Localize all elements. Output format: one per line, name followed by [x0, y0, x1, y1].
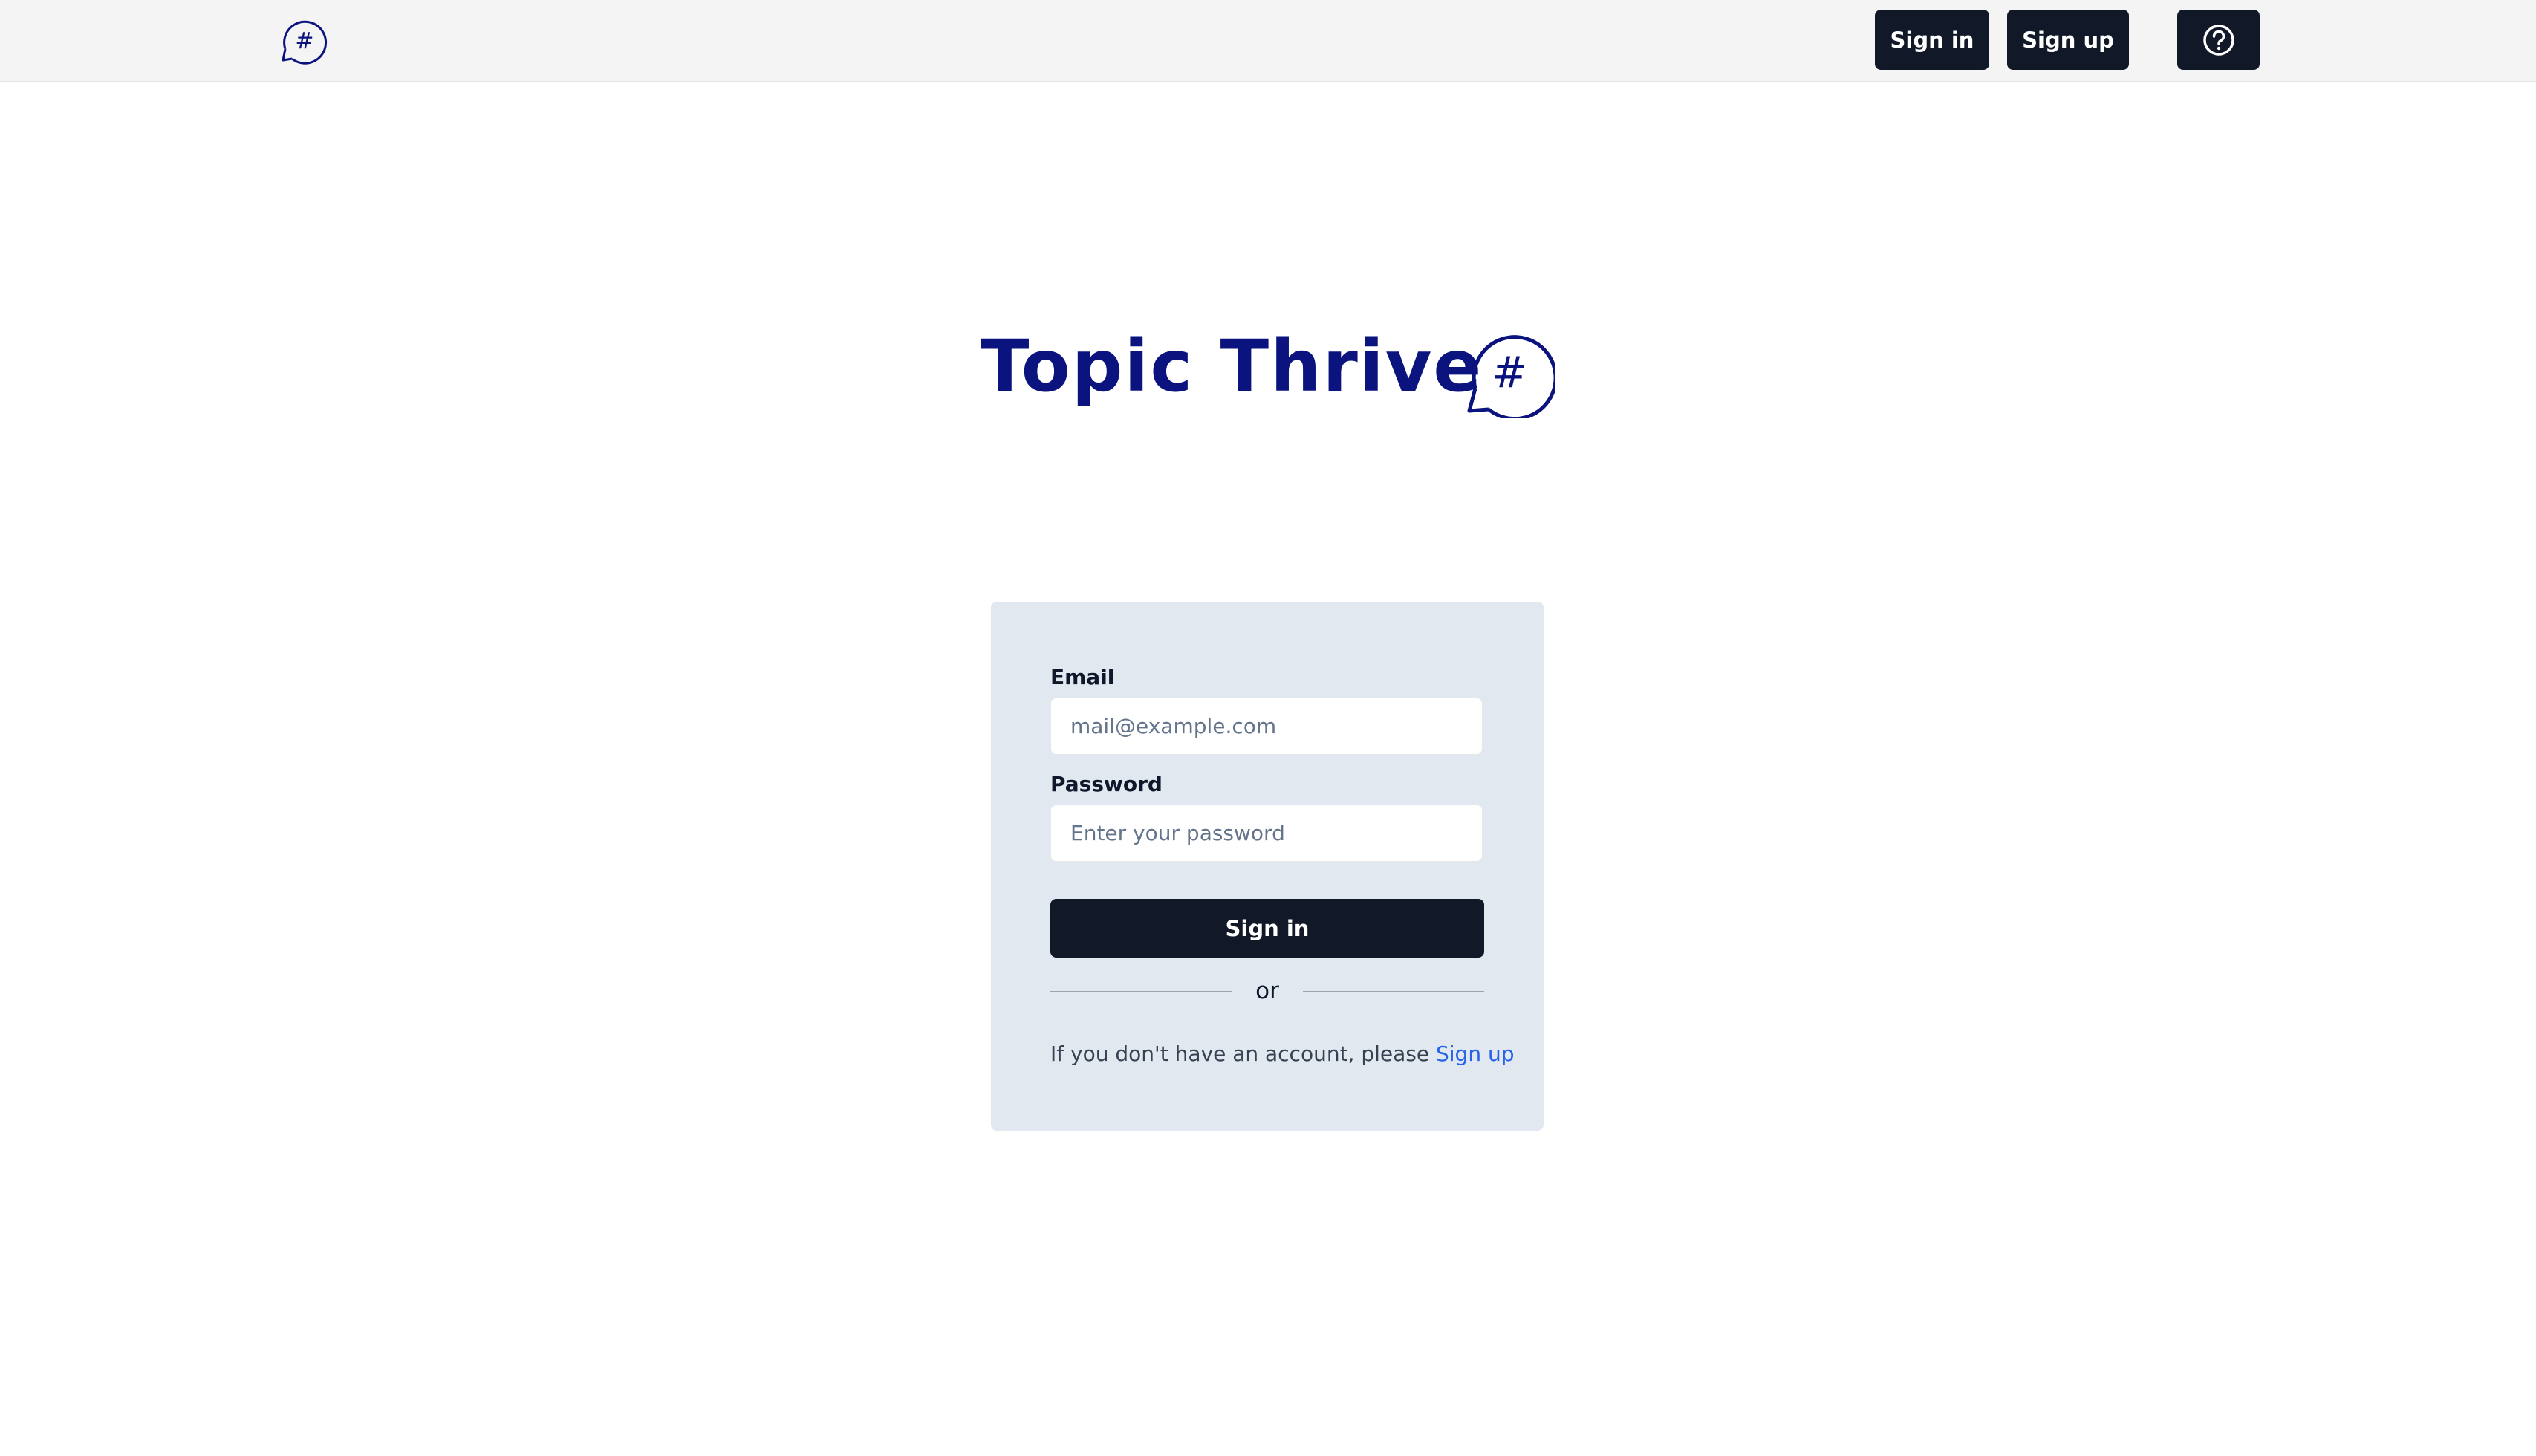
submit-sign-in-button[interactable]: Sign in: [1050, 899, 1484, 958]
top-navbar: # Sign in Sign up: [0, 0, 2536, 82]
brand-name: Topic Thrive: [981, 325, 1483, 408]
sign-in-card: Email Password Sign in or If you don't h…: [991, 602, 1544, 1131]
svg-text:#: #: [295, 28, 313, 54]
hashtag-chat-bubble-icon[interactable]: #: [279, 16, 331, 68]
sign-up-link[interactable]: Sign up: [1436, 1041, 1515, 1066]
help-button[interactable]: [2177, 10, 2260, 70]
question-circle-icon: [2201, 22, 2237, 58]
or-divider: or: [1050, 976, 1484, 1006]
sign-in-button[interactable]: Sign in: [1875, 10, 1989, 70]
brand-logo: Topic Thrive #: [981, 322, 1560, 418]
signup-prompt: If you don't have an account, please Sig…: [1050, 1041, 1515, 1066]
signup-prompt-text: If you don't have an account, please: [1050, 1041, 1436, 1066]
sign-up-button[interactable]: Sign up: [2007, 10, 2129, 70]
password-label: Password: [1050, 772, 1163, 796]
password-field[interactable]: [1050, 805, 1483, 862]
svg-text:#: #: [1492, 347, 1528, 397]
email-label: Email: [1050, 665, 1115, 689]
email-field[interactable]: [1050, 698, 1483, 755]
hashtag-chat-bubble-icon: #: [1463, 326, 1555, 418]
divider-line-right: [1303, 991, 1484, 992]
